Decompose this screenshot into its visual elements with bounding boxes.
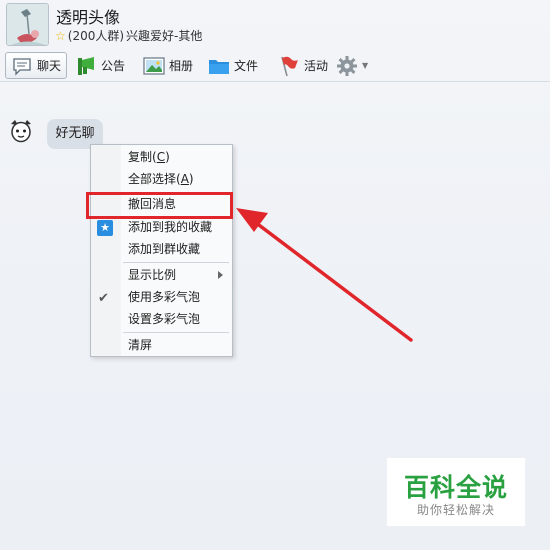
menu-item-copy-key: C bbox=[156, 150, 166, 164]
menu-item-add-group-favorites[interactable]: 添加到群收藏 bbox=[128, 240, 200, 258]
settings-button[interactable]: ▼ bbox=[336, 52, 374, 79]
menu-item-select-all[interactable]: 全部选择(A) bbox=[128, 170, 194, 188]
check-icon: ✔ bbox=[98, 291, 109, 306]
group-info: ☆ (200人群) 兴趣爱好-其他 bbox=[55, 27, 202, 44]
chat-header: 透明头像 ☆ (200人群) 兴趣爱好-其他 bbox=[0, 0, 550, 48]
menu-item-select-all-end: ) bbox=[188, 172, 194, 186]
group-name: 透明头像 bbox=[56, 8, 121, 27]
tab-files-label: 文件 bbox=[234, 59, 259, 73]
menu-item-use-bubble[interactable]: 使用多彩气泡 bbox=[128, 288, 200, 306]
menu-item-clear[interactable]: 清屏 bbox=[128, 336, 152, 354]
tab-album-label: 相册 bbox=[169, 59, 194, 73]
menu-item-copy[interactable]: 复制(C) bbox=[128, 148, 170, 166]
group-avatar[interactable] bbox=[6, 3, 49, 46]
submenu-arrow-icon bbox=[218, 271, 223, 279]
watermark-logo: 百科全说 助你轻松解决 bbox=[387, 458, 525, 526]
menu-item-select-all-label: 全部选择( bbox=[128, 172, 181, 186]
chevron-down-icon: ▼ bbox=[362, 61, 369, 70]
folder-icon bbox=[208, 55, 230, 77]
watermark-sub-text: 助你轻松解决 bbox=[416, 503, 495, 517]
context-menu: 复制(C) 全部选择(A) 撤回消息 ★ 添加到我的收藏 添加到群收藏 显示比例… bbox=[90, 144, 233, 357]
menu-item-copy-end: ) bbox=[165, 150, 170, 164]
menu-icon-gutter bbox=[91, 145, 121, 356]
tab-chat-label: 聊天 bbox=[37, 59, 62, 73]
tab-events[interactable]: 活动 bbox=[278, 52, 328, 79]
menu-divider bbox=[123, 192, 229, 193]
sender-avatar[interactable] bbox=[8, 118, 34, 144]
chat-bubble-icon bbox=[11, 55, 33, 77]
tab-files[interactable]: 文件 bbox=[208, 52, 258, 79]
photo-icon bbox=[143, 55, 165, 77]
menu-item-select-all-key: A bbox=[180, 172, 189, 186]
menu-item-set-bubble[interactable]: 设置多彩气泡 bbox=[128, 310, 200, 328]
group-category[interactable]: 兴趣爱好-其他 bbox=[126, 27, 202, 44]
group-toolbar: 聊天 公告 相册 文件 活动 ▼ bbox=[0, 48, 550, 82]
tab-notice[interactable]: 公告 bbox=[75, 52, 125, 79]
menu-divider bbox=[123, 332, 229, 333]
tab-events-label: 活动 bbox=[304, 59, 329, 73]
star-icon: ☆ bbox=[55, 28, 66, 43]
favorite-star-icon: ★ bbox=[97, 220, 113, 236]
menu-item-zoom[interactable]: 显示比例 bbox=[128, 266, 176, 284]
tab-album[interactable]: 相册 bbox=[143, 52, 193, 79]
menu-item-recall[interactable]: 撤回消息 bbox=[128, 195, 176, 213]
gear-icon bbox=[336, 55, 358, 77]
megaphone-icon bbox=[75, 55, 97, 77]
tab-chat[interactable]: 聊天 bbox=[5, 52, 67, 79]
menu-item-copy-label: 复制( bbox=[128, 150, 157, 164]
tab-notice-label: 公告 bbox=[101, 59, 126, 73]
menu-item-add-my-favorites[interactable]: 添加到我的收藏 bbox=[128, 218, 212, 236]
menu-divider bbox=[123, 262, 229, 263]
flag-icon bbox=[278, 55, 300, 77]
watermark-main-text: 百科全说 bbox=[403, 473, 508, 502]
member-count: (200人群) bbox=[67, 29, 125, 43]
